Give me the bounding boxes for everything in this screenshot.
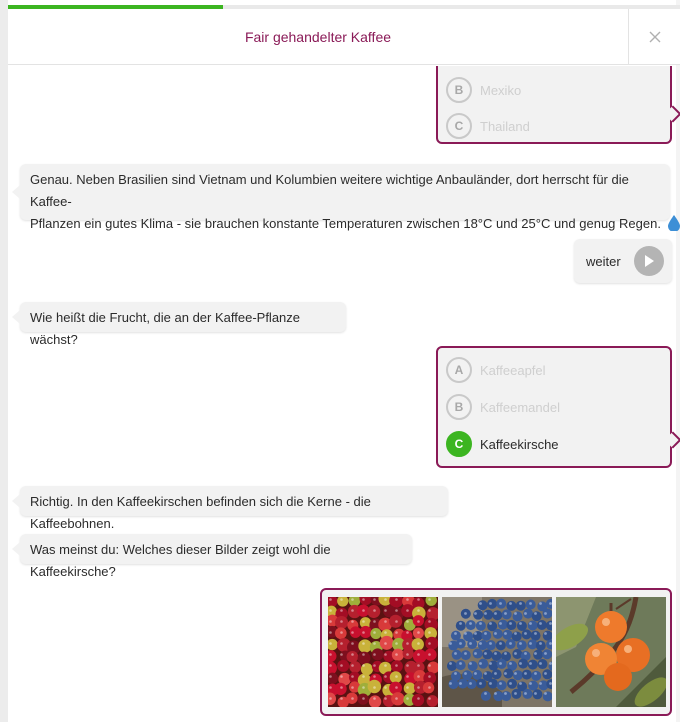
window-frame-left — [0, 0, 8, 722]
option-label: Thailand — [480, 118, 530, 134]
question-message: Was meinst du: Welches dieser Bilder zei… — [12, 534, 412, 579]
coffee-cherries-image — [328, 597, 438, 707]
option-label: Kaffeemandel — [480, 399, 560, 415]
image-option-orange-berries[interactable] — [556, 597, 666, 707]
page-title: Fair gehandelter Kaffee — [244, 29, 392, 45]
close-button[interactable] — [628, 9, 680, 65]
message-line: Genau. Neben Brasilien sind Vietnam und … — [30, 172, 629, 209]
water-drop-icon — [667, 215, 680, 232]
option-letter-badge: C — [446, 431, 472, 457]
answer-option-a[interactable]: A Kaffeeapfel — [446, 356, 546, 384]
option-label: Kaffeeapfel — [480, 362, 546, 378]
answer-option-c[interactable]: C Thailand — [446, 112, 530, 140]
orange-berries-image — [556, 597, 666, 707]
message-line: Pflanzen ein gutes Klima - sie brauchen … — [30, 213, 680, 235]
continue-button-label: weiter — [586, 253, 621, 269]
answer-option-b[interactable]: B Kaffeemandel — [446, 393, 560, 421]
header: Fair gehandelter Kaffee — [8, 9, 680, 65]
play-arrow-icon — [634, 246, 664, 276]
image-options-box — [320, 588, 672, 716]
option-letter-badge: C — [446, 113, 472, 139]
continue-button[interactable]: weiter — [574, 239, 672, 283]
feedback-message: Richtig. In den Kaffeekirschen befinden … — [12, 486, 448, 531]
image-option-blueberries[interactable] — [442, 597, 552, 707]
close-icon — [649, 31, 660, 43]
answer-option-c[interactable]: C Kaffeekirsche — [446, 430, 559, 458]
question-message: Wie heißt die Frucht, die an der Kaffee-… — [12, 302, 346, 347]
option-label: Kaffeekirsche — [480, 436, 559, 452]
option-label: Mexiko — [480, 82, 522, 98]
option-letter-badge: B — [446, 394, 472, 420]
feedback-message: Genau. Neben Brasilien sind Vietnam und … — [12, 164, 680, 232]
answer-options-box: A Kaffeeapfel B Kaffeemandel C Kaffeekir… — [436, 346, 680, 468]
blueberries-image — [442, 597, 552, 707]
answer-option-b[interactable]: B Mexiko — [446, 76, 521, 104]
option-letter-badge: A — [446, 357, 472, 383]
previous-answer-box: B Mexiko C Thailand — [436, 66, 680, 144]
image-option-coffee-cherries[interactable] — [328, 597, 438, 707]
option-letter-badge: B — [446, 77, 472, 103]
chat-area[interactable]: B Mexiko C Thailand Genau. Neben Brasili… — [8, 66, 680, 722]
